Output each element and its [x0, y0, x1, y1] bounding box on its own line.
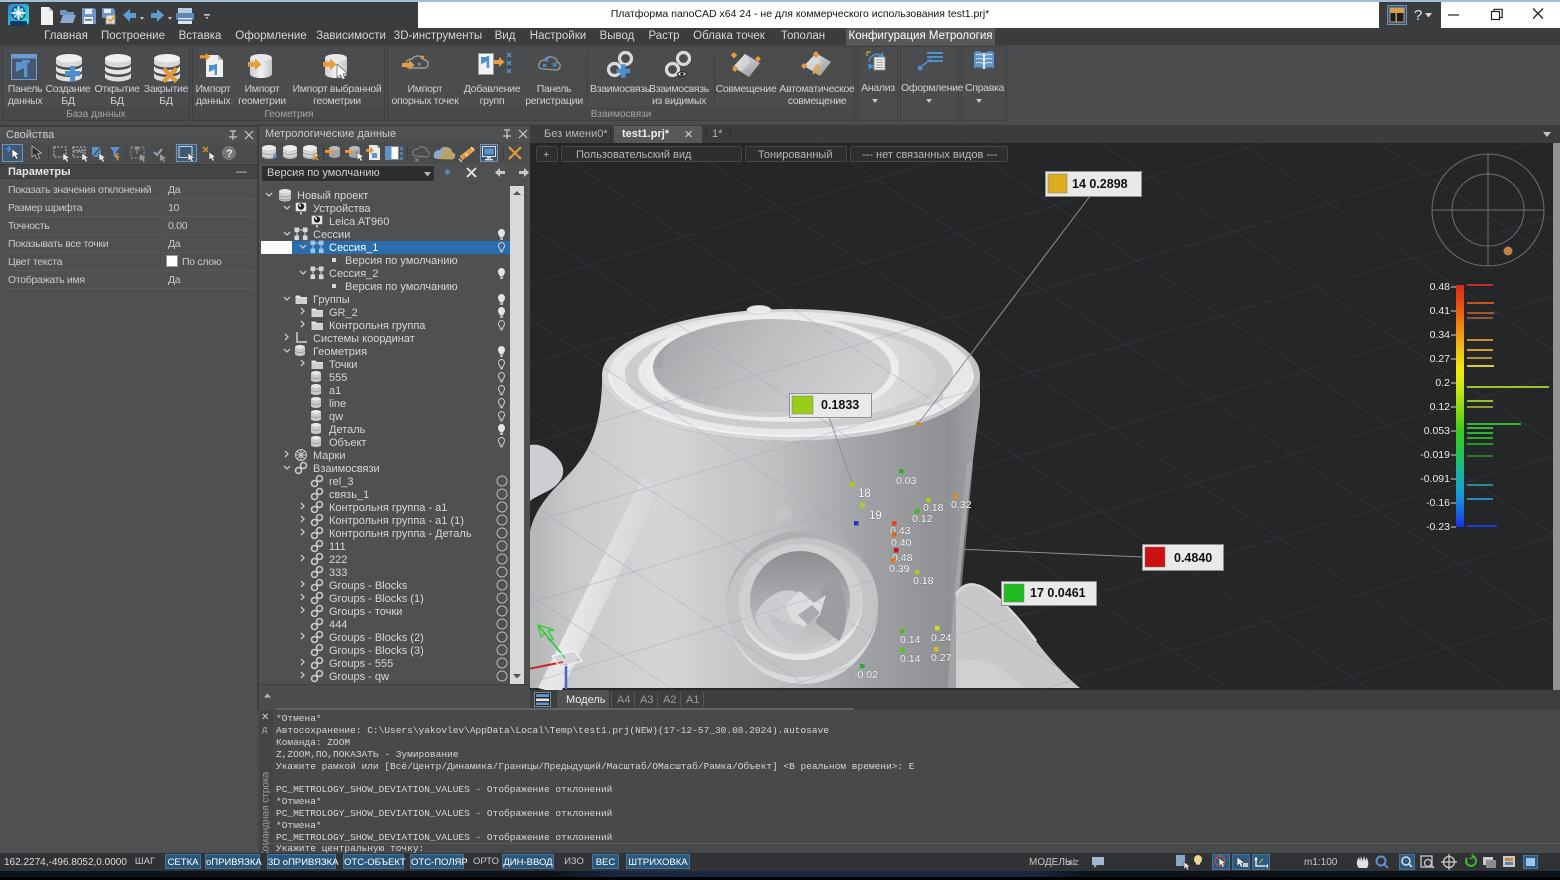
svg-text:Groups - qw: Groups - qw [329, 671, 389, 683]
svg-text:-0.02: -0.02 [854, 669, 878, 681]
svg-text:0.18: 0.18 [913, 575, 934, 587]
svg-text:Groups - Blocks: Groups - Blocks [329, 580, 408, 592]
svg-text:Контрольня группа: Контрольня группа [329, 320, 426, 332]
svg-text:0.40: 0.40 [891, 537, 912, 549]
svg-text:Сессия_2: Сессия_2 [329, 268, 378, 280]
svg-text:0.14: 0.14 [900, 634, 921, 646]
svg-text:Сессии: Сессии [313, 229, 350, 241]
svg-text:Сессия_1: Сессия_1 [329, 242, 378, 254]
svg-text:-0.091: -0.091 [1420, 473, 1450, 485]
svg-text:14 0.2898: 14 0.2898 [1072, 177, 1128, 191]
svg-text:0.39: 0.39 [889, 563, 910, 575]
svg-text:Тонированный: Тонированный [758, 149, 832, 161]
svg-text:A: A [812, 61, 822, 77]
svg-text:Groups - точки: Groups - точки [329, 606, 402, 618]
svg-text:Версия по умолчанию: Версия по умолчанию [345, 255, 458, 267]
svg-text:--- нет связанных видов ---: --- нет связанных видов --- [862, 149, 998, 161]
svg-text:555: 555 [329, 372, 347, 384]
svg-text:17 0.0461: 17 0.0461 [1030, 586, 1086, 600]
svg-text:0.03: 0.03 [896, 475, 917, 487]
svg-text:-0.019: -0.019 [1420, 449, 1450, 461]
svg-text:Геометрия: Геометрия [264, 109, 313, 120]
svg-text:Марки: Марки [313, 450, 345, 462]
svg-text:Версия по умолчанию: Версия по умолчанию [345, 281, 458, 293]
svg-text:+: + [543, 149, 549, 161]
svg-text:Деталь: Деталь [329, 424, 366, 436]
svg-text:111: 111 [329, 541, 346, 553]
svg-text:-0.23: -0.23 [1426, 521, 1450, 533]
svg-text:Объект: Объект [329, 437, 366, 449]
svg-text:0.14: 0.14 [900, 653, 921, 665]
svg-text:a1: a1 [329, 385, 341, 397]
svg-text:0.41: 0.41 [1430, 305, 1451, 317]
svg-text:0.2: 0.2 [1435, 377, 1450, 389]
svg-text:0.053: 0.053 [1424, 425, 1450, 437]
svg-text:444: 444 [329, 619, 347, 631]
svg-text:18: 18 [858, 488, 871, 500]
svg-text:Контрольня группа - a1: Контрольня группа - a1 [329, 502, 447, 514]
svg-text:?: ? [1414, 7, 1422, 24]
svg-text:0.1833: 0.1833 [821, 398, 859, 412]
svg-text:333: 333 [329, 567, 347, 579]
svg-text:rel_3: rel_3 [329, 476, 353, 488]
svg-text:qw: qw [329, 411, 343, 423]
svg-text:GR_2: GR_2 [329, 307, 358, 319]
svg-text:Взаимосвязи: Взаимосвязи [591, 109, 652, 120]
svg-text:Системы координат: Системы координат [313, 333, 415, 345]
svg-text:line: line [329, 398, 346, 410]
svg-text:aʫ: aʫ [1068, 857, 1079, 867]
svg-text:0.12: 0.12 [912, 513, 933, 525]
svg-text:Контрольня группа - Деталь: Контрольня группа - Деталь [329, 528, 472, 540]
svg-text:Leica AT960: Leica AT960 [329, 216, 389, 228]
svg-text:222: 222 [329, 554, 347, 566]
svg-text:Устройства: Устройства [313, 203, 371, 215]
svg-text:Groups - Blocks (1): Groups - Blocks (1) [329, 593, 424, 605]
svg-text:Точки: Точки [329, 359, 357, 371]
svg-text:Контрольня группа - a1 (1): Контрольня группа - a1 (1) [329, 515, 464, 527]
svg-text:Groups - Blocks (2): Groups - Blocks (2) [329, 632, 424, 644]
svg-text:База данных: База данных [66, 109, 126, 120]
svg-text:0.34: 0.34 [1430, 329, 1451, 341]
svg-text:-0.16: -0.16 [1426, 497, 1450, 509]
svg-text:19: 19 [869, 510, 882, 522]
svg-text:0.24: 0.24 [931, 632, 952, 644]
svg-text:Groups - Blocks (3): Groups - Blocks (3) [329, 645, 424, 657]
svg-text:?: ? [226, 148, 233, 160]
svg-text:0.12: 0.12 [1430, 401, 1451, 413]
svg-text:Группы: Группы [313, 294, 350, 306]
svg-text:0.27: 0.27 [931, 652, 952, 664]
svg-text:0.27: 0.27 [1430, 353, 1451, 365]
svg-text:0.32: 0.32 [951, 499, 972, 511]
svg-text:Взаимосвязи: Взаимосвязи [313, 463, 380, 475]
svg-text:Геометрия: Геометрия [313, 346, 367, 358]
svg-text:0.4840: 0.4840 [1174, 551, 1212, 565]
svg-text:0.48: 0.48 [1430, 281, 1451, 293]
svg-text:Groups - 555: Groups - 555 [329, 658, 393, 670]
svg-text:Пользовательский вид: Пользовательский вид [576, 149, 692, 161]
svg-text:связь_1: связь_1 [329, 489, 369, 501]
svg-text:Новый проект: Новый проект [297, 190, 368, 202]
